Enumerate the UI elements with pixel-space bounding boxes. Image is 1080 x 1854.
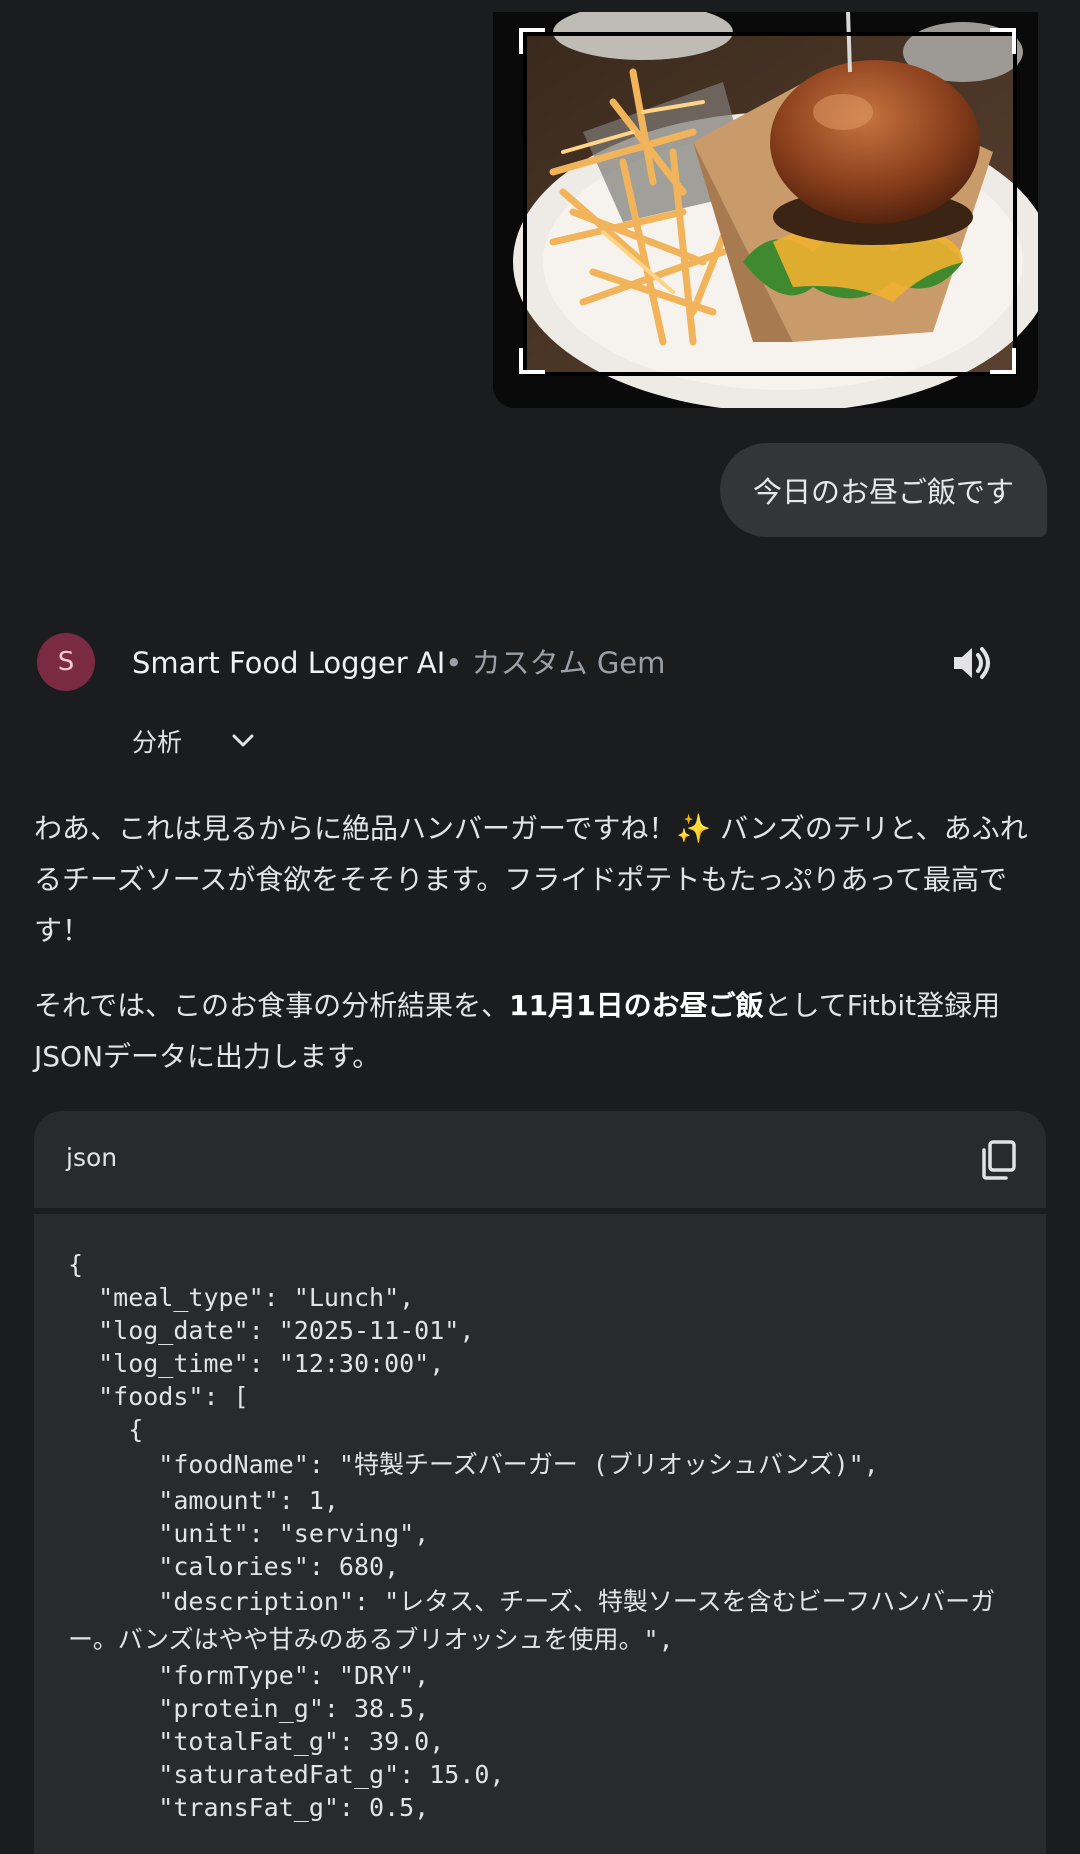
speaker-icon[interactable] [950, 641, 994, 685]
code-line: "foodName": "特製チーズバーガー (ブリオッシュバンズ)", [68, 1450, 879, 1479]
response-p2-before: それでは、このお食事の分析結果を、 [34, 989, 510, 1022]
code-block-header: json [34, 1111, 1046, 1208]
response-paragraph-2: それでは、このお食事の分析結果を、11月1日のお昼ご飯としてFitbit登録用J… [34, 980, 1044, 1082]
analysis-toggle[interactable]: 分析 [132, 723, 254, 759]
code-line: "foods": [ [68, 1382, 249, 1411]
code-line: "unit": "serving", [68, 1519, 430, 1548]
response-p2-bold: 11月1日のお昼ご飯 [509, 989, 764, 1022]
burger-photo-illustration [493, 12, 1038, 408]
code-line: "amount": 1, [68, 1486, 339, 1515]
chevron-down-icon [232, 734, 254, 747]
crop-corner-bottom-left[interactable] [519, 348, 545, 374]
crop-corner-top-right[interactable] [990, 28, 1016, 54]
code-line: "log_date": "2025-11-01", [68, 1316, 475, 1345]
code-line: { [68, 1250, 84, 1279]
code-line: "formType": "DRY", [68, 1661, 430, 1690]
code-line: "meal_type": "Lunch", [68, 1283, 415, 1312]
gem-tag: • カスタム Gem [445, 646, 666, 680]
gem-avatar-letter: S [57, 647, 75, 677]
code-line: "protein_g": 38.5, [68, 1694, 430, 1723]
code-line: "log_time": "12:30:00", [68, 1349, 445, 1378]
gem-title: Smart Food Logger AI• カスタム Gem [132, 645, 665, 681]
copy-icon[interactable] [980, 1140, 1016, 1180]
user-message-bubble: 今日のお昼ご飯です [719, 443, 1047, 537]
code-block-body: { "meal_type": "Lunch", "log_date": "202… [34, 1214, 1046, 1854]
response-paragraph-1: わあ、これは見るからに絶品ハンバーガーですね！✨ バンズのテリと、あふれるチーズ… [34, 812, 1028, 947]
code-line: "saturatedFat_g": 15.0, [68, 1760, 505, 1789]
crop-corner-top-left[interactable] [519, 28, 545, 54]
gem-name: Smart Food Logger AI [132, 646, 446, 680]
code-language-label: json [66, 1143, 118, 1172]
code-lines: { "meal_type": "Lunch", "log_date": "202… [68, 1248, 1028, 1824]
code-line: "transFat_g": 0.5, [68, 1793, 430, 1822]
code-line: "description": "レタス、チーズ、特製ソースを含むビーフハンバーガ [68, 1587, 996, 1616]
analysis-label: 分析 [132, 728, 183, 757]
code-line: ー。バンズはやや甘みのあるブリオッシュを使用。", [68, 1625, 674, 1654]
gem-avatar: S [37, 633, 95, 691]
code-line: "calories": 680, [68, 1552, 400, 1581]
code-line: { [68, 1415, 144, 1444]
code-line: "totalFat_g": 39.0, [68, 1727, 445, 1756]
crop-corner-bottom-right[interactable] [990, 348, 1016, 374]
user-message-text: 今日のお昼ご飯です [752, 475, 1014, 509]
uploaded-food-photo[interactable] [493, 12, 1038, 408]
